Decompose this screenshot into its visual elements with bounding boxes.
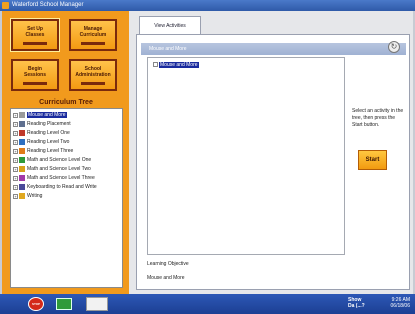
start-button[interactable]: Start [358,150,387,170]
tree-item-label: Math and Science Level One [27,157,92,163]
tree-item[interactable]: + Math and Science Level Two [13,165,120,174]
book-icon [19,193,25,199]
document-icon[interactable] [86,297,108,311]
clock-date: 06/18/06 [390,303,410,309]
begin-sessions-button[interactable]: Begin Sessions [11,59,59,91]
button-label-line2: Sessions [24,72,46,78]
button-label-line2: Classes [25,32,45,38]
instructions-text: Select an activity in the tree, then pre… [352,108,404,128]
activity-list[interactable]: Mouse and More [147,57,345,255]
button-bar-icon [23,42,47,45]
expand-icon[interactable] [153,62,158,68]
button-bar-icon [81,82,105,85]
expand-icon[interactable]: + [13,167,18,172]
expand-icon[interactable]: + [13,185,18,190]
tree-item[interactable]: + Writing [13,192,120,201]
refresh-icon[interactable]: ↻ [388,41,400,53]
tree-item-label: Reading Level Two [27,139,70,145]
stop-icon[interactable]: STOP [28,297,44,311]
taskbar: STOP Show Da (...? 9:26 AM 06/18/06 [0,294,415,314]
tree-item[interactable]: + Reading Placement [13,120,120,129]
tree-item-label: Keyboarding to Read and Write [27,184,97,190]
title-bar: Waterford School Manager [0,0,415,11]
book-icon [19,121,25,127]
expand-icon[interactable]: + [13,158,18,163]
school-administration-button[interactable]: School Administration [69,59,117,91]
activities-panel: Mouse and More ↻ Mouse and More Select a… [136,34,410,290]
activity-item[interactable]: Mouse and More [153,62,199,68]
tree-item[interactable]: + Math and Science Level One [13,156,120,165]
expand-icon[interactable]: + [13,140,18,145]
book-icon [19,175,25,181]
left-panel: Set Up Classes Manage Curriculum Begin S… [2,11,129,294]
clock: 9:26 AM 06/18/06 [376,297,410,309]
tree-item[interactable]: + Reading Level Two [13,138,120,147]
learning-objective-label: Learning Objective [147,261,189,267]
book-icon [19,184,25,190]
book-icon [19,130,25,136]
tab-view-activities[interactable]: View Activities [139,16,201,34]
tree-item[interactable]: + Keyboarding to Read and Write [13,183,120,192]
panel-header-title: Mouse and More [149,46,187,52]
window-title: Waterford School Manager [12,2,84,8]
app-icon [2,2,9,9]
book-icon [19,157,25,163]
tree-item-label: Reading Placement [27,121,71,127]
panel-header: Mouse and More ↻ [141,41,406,55]
app-shortcut-icon[interactable] [56,298,72,310]
learning-objective-value: Mouse and More [147,275,185,281]
curriculum-tree-title: Curriculum Tree [39,99,93,106]
expand-icon[interactable]: + [13,194,18,199]
manage-curriculum-button[interactable]: Manage Curriculum [69,19,117,51]
tree-item-label: Reading Level One [27,130,70,136]
expand-icon[interactable]: + [13,176,18,181]
curriculum-tree[interactable]: + Mouse and More + Reading Placement + Readin… [10,108,123,288]
book-icon [19,139,25,145]
expand-icon[interactable]: + [13,149,18,154]
user-status: Show Da (...? [348,297,365,309]
book-icon [19,112,25,118]
tree-item-label: Reading Level Three [27,148,74,154]
set-up-classes-button[interactable]: Set Up Classes [10,18,60,52]
button-bar-icon [81,42,105,45]
tree-item[interactable]: + Reading Level One [13,129,120,138]
tab-strip: View Activities [133,16,411,34]
user-line2: Da (...? [348,303,365,309]
app-frame: Set Up Classes Manage Curriculum Begin S… [2,11,413,294]
expand-icon[interactable]: + [13,113,18,118]
tree-item[interactable]: + Mouse and More [13,111,120,120]
tree-item-label: Writing [27,193,43,199]
main-buttons: Set Up Classes Manage Curriculum Begin S… [10,18,123,97]
book-icon [19,166,25,172]
expand-icon[interactable]: + [13,131,18,136]
tree-item-label: Math and Science Level Two [27,166,91,172]
tree-item-label: Mouse and More [27,112,67,118]
expand-icon[interactable]: + [13,122,18,127]
button-label-line2: Curriculum [79,32,107,38]
button-label-line2: Administration [75,72,111,78]
button-bar-icon [23,82,47,85]
book-icon [19,148,25,154]
tree-item[interactable]: + Math and Science Level Three [13,174,120,183]
activity-label: Mouse and More [159,62,199,68]
tree-item[interactable]: + Reading Level Three [13,147,120,156]
tree-item-label: Math and Science Level Three [27,175,95,181]
